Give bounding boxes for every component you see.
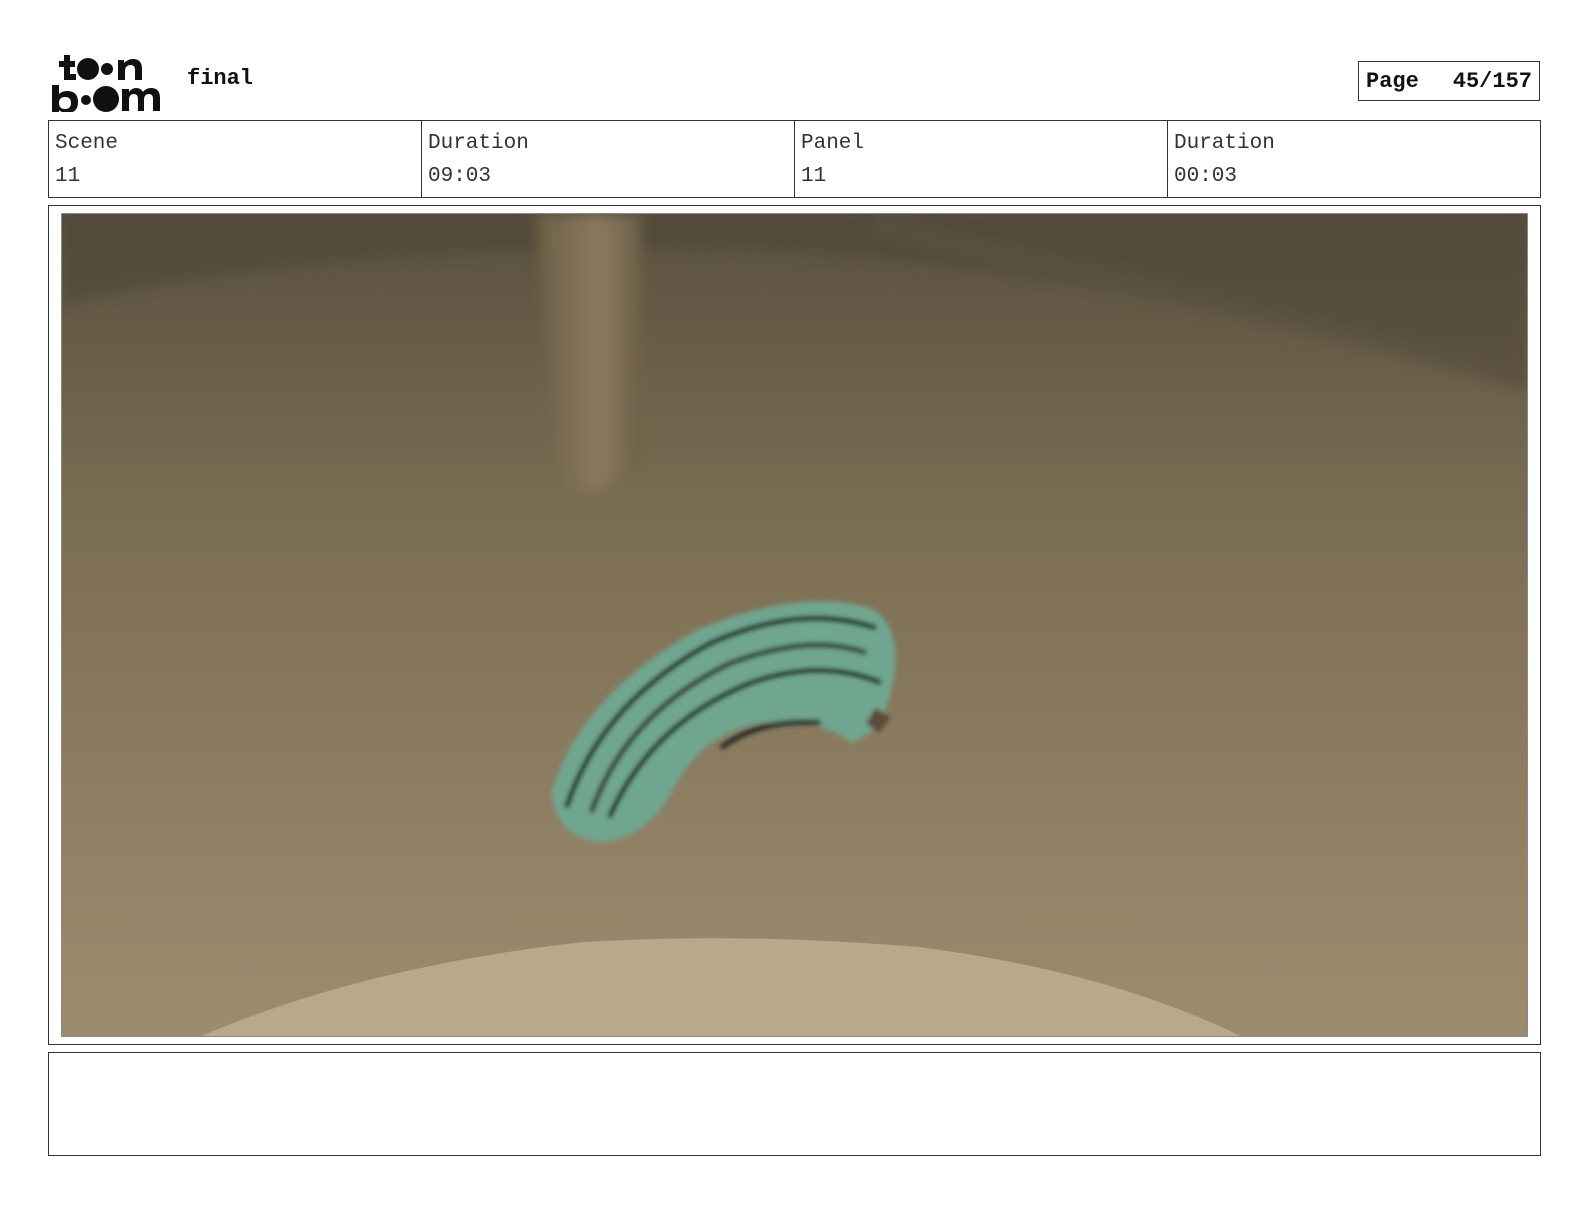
toon-boom-logo (50, 52, 166, 113)
panel-duration-value: 00:03 (1174, 165, 1238, 188)
panel-value: 11 (801, 165, 827, 188)
panel-image (61, 213, 1528, 1037)
page-number: 45/157 (1452, 68, 1532, 94)
panel-duration-label: Duration (1174, 132, 1275, 155)
page-indicator: Page 45/157 (1358, 61, 1540, 101)
page-label: Page (1366, 68, 1419, 94)
panel-notes[interactable] (48, 1052, 1541, 1156)
toon-boom-logo-mark (52, 55, 160, 113)
panel-frame (48, 205, 1541, 1045)
panel-label: Panel (801, 132, 865, 155)
scene-duration-value: 09:03 (428, 165, 492, 188)
scene-duration-cell: Duration 09:03 (422, 121, 795, 197)
scene-label: Scene (55, 132, 119, 155)
scene-value: 11 (55, 165, 81, 188)
scene-duration-label: Duration (428, 132, 529, 155)
scene-info-table: Scene 11 Duration 09:03 Panel 11 Duratio… (48, 120, 1541, 198)
project-title: final (187, 66, 254, 91)
panel-cell: Panel 11 (795, 121, 1168, 197)
panel-duration-cell: Duration 00:03 (1168, 121, 1540, 197)
storyboard-drawing (62, 214, 1527, 1036)
scene-cell: Scene 11 (49, 121, 422, 197)
